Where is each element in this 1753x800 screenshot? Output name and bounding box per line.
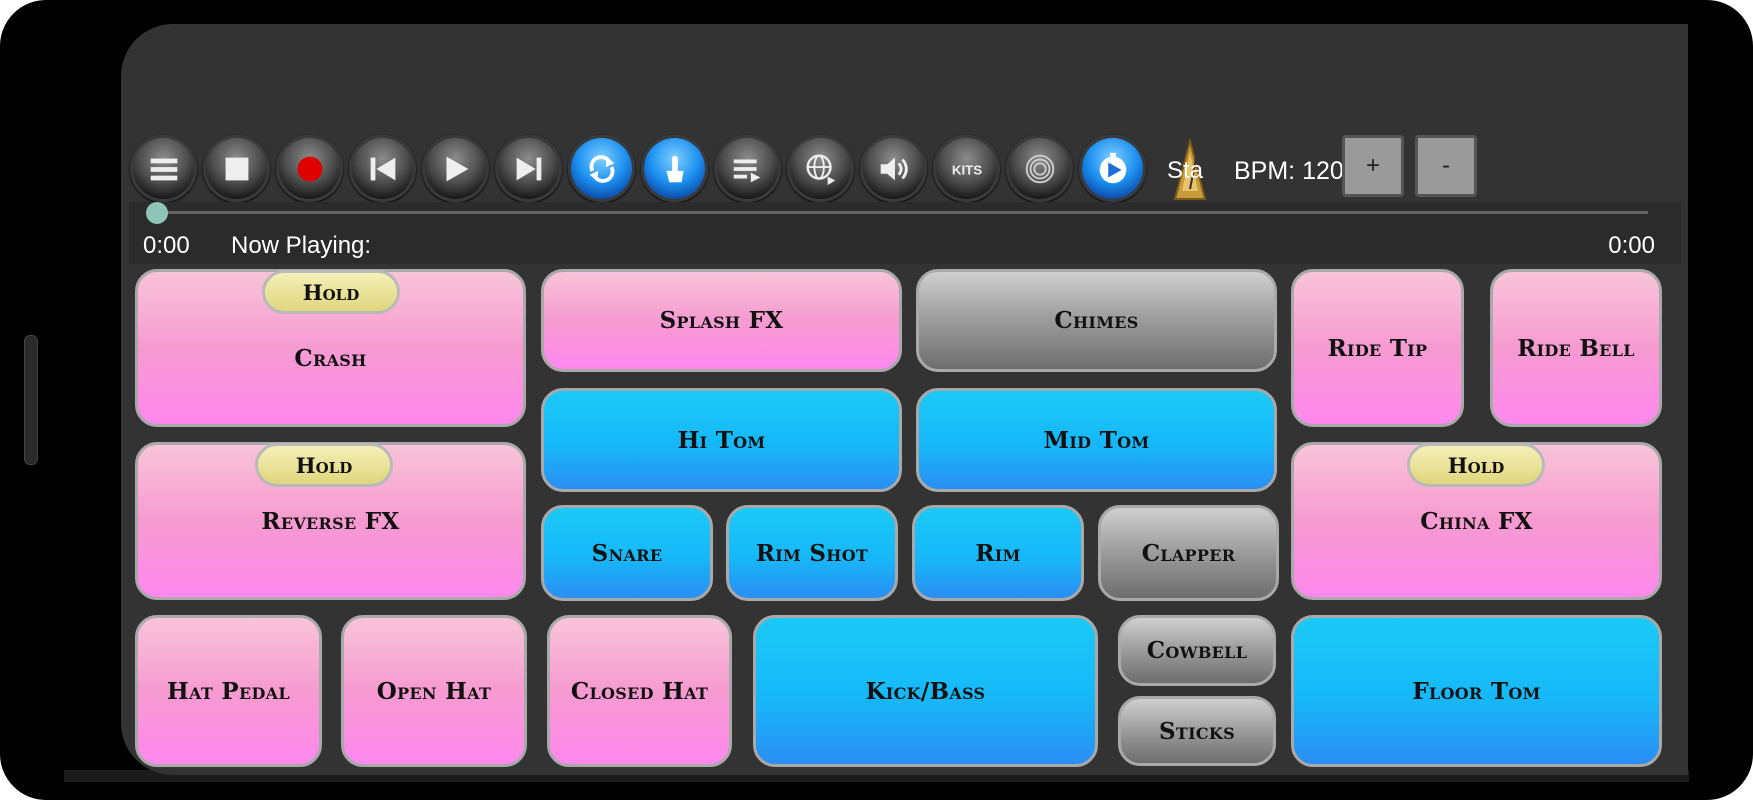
pad-label: Chimes	[1054, 307, 1139, 334]
loop-icon	[589, 154, 614, 183]
timer-icon	[1099, 152, 1126, 183]
pad-rim-shot[interactable]: Rim Shot	[726, 505, 898, 601]
pad-hi-tom[interactable]: Hi Tom	[541, 388, 902, 492]
pad-label: China FX	[1420, 507, 1533, 535]
bpm-decrease-button[interactable]: -	[1415, 135, 1477, 197]
pad-label: Splash FX	[659, 307, 784, 334]
loop-button[interactable]	[568, 135, 635, 202]
pad-label: Floor Tom	[1412, 677, 1541, 705]
pad-label: Rim	[975, 539, 1021, 567]
pad-label: Kick/Bass	[865, 677, 986, 705]
pad-floor-tom[interactable]: Floor Tom	[1291, 615, 1662, 767]
pad-closed-hat[interactable]: Closed Hat	[547, 615, 732, 767]
menu-button[interactable]	[130, 135, 197, 202]
skip-back-button[interactable]	[349, 135, 416, 202]
menu-icon	[150, 158, 177, 180]
pad-label: Hi Tom	[677, 426, 766, 454]
pad-kick-bass[interactable]: Kick/Bass	[753, 615, 1098, 767]
svg-text:KITS: KITS	[951, 162, 981, 177]
bpm-increase-button[interactable]: +	[1342, 135, 1404, 197]
playlist-button[interactable]	[714, 135, 781, 202]
globe-button[interactable]	[787, 135, 854, 202]
pad-label: Ride Bell	[1517, 334, 1635, 362]
spiral-icon	[1025, 154, 1054, 183]
now-playing-label: Now Playing:	[231, 232, 372, 259]
pad-mid-tom[interactable]: Mid Tom	[916, 388, 1277, 492]
time-total: 0:00	[1608, 232, 1655, 259]
pad-label: Rim Shot	[755, 539, 869, 567]
pad-label: Hat Pedal	[167, 677, 290, 705]
pad-label: Mid Tom	[1043, 426, 1150, 454]
bpm-label: BPM: 120	[1234, 157, 1344, 185]
pad-label: Clapper	[1141, 539, 1236, 567]
hold-button-crash[interactable]: Hold	[262, 270, 400, 314]
timer-button[interactable]	[1079, 135, 1146, 202]
sta-label: Sta	[1167, 157, 1204, 184]
app-screen: KITS Sta BPM: 120 + - 0:00 Now Playing:	[121, 24, 1688, 775]
seek-track[interactable]	[159, 211, 1648, 214]
pad-clapper[interactable]: Clapper	[1098, 505, 1279, 601]
pad-cowbell[interactable]: Cowbell	[1118, 615, 1276, 686]
pad-sticks[interactable]: Sticks	[1118, 696, 1276, 766]
pad-label: Ride Tip	[1327, 334, 1428, 362]
time-elapsed: 0:00	[143, 232, 190, 259]
skip-forward-button[interactable]	[495, 135, 562, 202]
pad-label: Snare	[591, 539, 663, 567]
pad-label: Crash	[294, 344, 367, 372]
pad-label: Cowbell	[1146, 637, 1248, 664]
pad-label: Reverse FX	[261, 507, 400, 535]
seek-thumb[interactable]	[146, 202, 168, 224]
pad-chimes[interactable]: Chimes	[916, 269, 1277, 372]
skip-back-icon	[370, 157, 395, 180]
touch-icon	[665, 155, 684, 182]
kits-button[interactable]: KITS	[933, 135, 1000, 202]
playlist-icon	[733, 159, 760, 182]
volume-icon	[880, 157, 908, 180]
pad-label: Open Hat	[376, 677, 492, 705]
kits-icon: KITS	[951, 162, 981, 177]
pad-splash-fx[interactable]: Splash FX	[541, 269, 902, 372]
pad-snare[interactable]: Snare	[541, 505, 713, 601]
phone-side-button	[24, 335, 38, 465]
record-button[interactable]	[276, 135, 343, 202]
volume-button[interactable]	[860, 135, 927, 202]
seek-area: 0:00 Now Playing: 0:00	[129, 202, 1681, 264]
skip-forward-icon	[516, 157, 541, 180]
hold-button-china-fx[interactable]: Hold	[1407, 443, 1545, 487]
pad-hat-pedal[interactable]: Hat Pedal	[135, 615, 322, 767]
hold-button-reverse-fx[interactable]: Hold	[255, 443, 393, 487]
globe-icon	[806, 154, 835, 185]
pad-ride-bell[interactable]: Ride Bell	[1490, 269, 1662, 427]
record-icon	[297, 156, 322, 181]
phone-frame: KITS Sta BPM: 120 + - 0:00 Now Playing:	[0, 0, 1753, 800]
pad-open-hat[interactable]: Open Hat	[341, 615, 527, 767]
play-icon	[446, 156, 468, 181]
touch-button[interactable]	[641, 135, 708, 202]
pad-label: Closed Hat	[570, 677, 709, 705]
stop-icon	[225, 157, 248, 180]
spiral-button[interactable]	[1006, 135, 1073, 202]
play-button[interactable]	[422, 135, 489, 202]
pad-label: Sticks	[1159, 717, 1235, 745]
pad-rim[interactable]: Rim	[912, 505, 1084, 601]
stop-button[interactable]	[203, 135, 270, 202]
pad-ride-tip[interactable]: Ride Tip	[1291, 269, 1464, 427]
